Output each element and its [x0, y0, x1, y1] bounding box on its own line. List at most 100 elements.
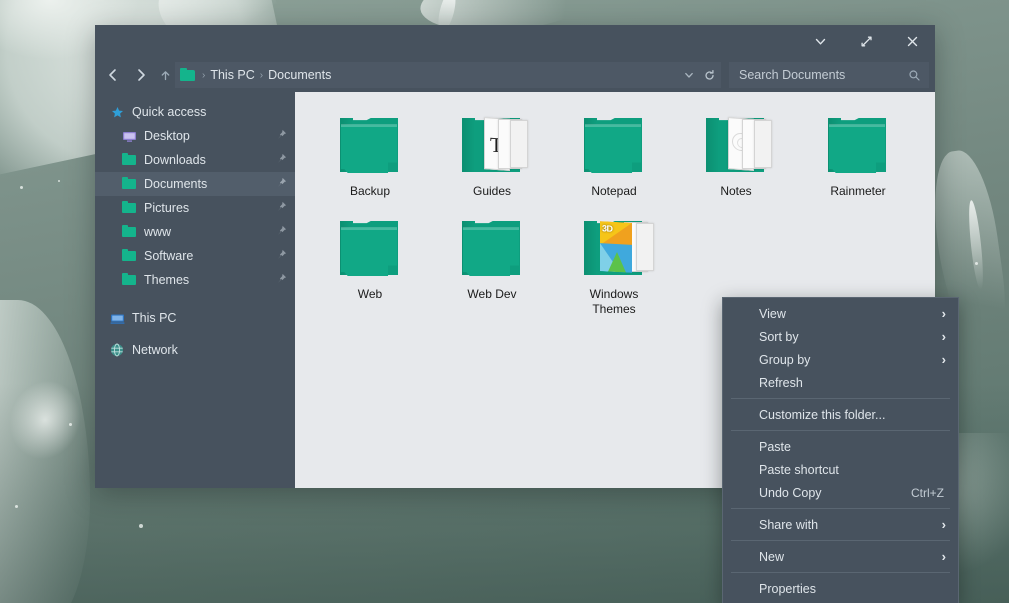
sidebar-item-documents[interactable]: Documents — [95, 172, 295, 196]
sidebar-item-desktop[interactable]: Desktop — [95, 124, 295, 148]
folder-icon — [454, 215, 530, 281]
context-menu-item-paste[interactable]: Paste — [723, 435, 958, 458]
file-label: Web Dev — [467, 287, 517, 301]
up-button[interactable] — [155, 61, 175, 89]
wallpaper-speck-5 — [975, 262, 978, 265]
file-item-notepad[interactable]: Notepad — [553, 106, 675, 209]
sidebar-item-this-pc[interactable]: This PC — [95, 306, 295, 330]
arrow-up-icon — [161, 70, 169, 80]
breadcrumb-this-pc[interactable]: This PC — [210, 68, 254, 82]
file-label: Guides — [472, 184, 512, 198]
wallpaper-speck-3 — [15, 505, 18, 508]
wallpaper-speck-6 — [69, 423, 72, 426]
file-item-rainmeter[interactable]: Rainmeter — [797, 106, 919, 209]
file-item-notes[interactable]: Notes — [675, 106, 797, 209]
context-menu-item-share-with[interactable]: Share with › — [723, 513, 958, 536]
chevron-right-icon: › — [941, 329, 946, 344]
file-label-line2: Themes — [592, 302, 636, 316]
pin-icon[interactable] — [276, 249, 287, 263]
context-menu-item-refresh[interactable]: Refresh — [723, 371, 958, 394]
context-menu-label: New — [759, 549, 785, 564]
refresh-button[interactable] — [699, 61, 719, 89]
file-item-backup[interactable]: Backup — [309, 106, 431, 209]
context-menu-item-group-by[interactable]: Group by › — [723, 348, 958, 371]
file-item-guides[interactable]: T Guides — [431, 106, 553, 209]
forward-button[interactable] — [127, 61, 155, 89]
chevron-left-icon — [109, 69, 116, 81]
file-item-windows-themes[interactable]: 3D Windows Themes — [553, 209, 675, 327]
context-menu-label: Share with — [759, 517, 819, 532]
context-menu-label: Properties — [759, 581, 816, 596]
context-menu-label: Undo Copy — [759, 485, 822, 500]
folder-icon — [332, 112, 408, 178]
wallpaper-speck-2 — [58, 180, 60, 182]
navigation-pane: Quick access Desktop Downloads Documents… — [95, 92, 295, 488]
file-grid: Backup T Guides Notepad Notes Rainmeter … — [309, 106, 935, 327]
file-label: Backup — [349, 184, 391, 198]
folder-icon — [121, 200, 137, 216]
sidebar-item-label: Network — [132, 343, 178, 357]
folder-icon — [121, 176, 137, 192]
context-menu-item-view[interactable]: View › — [723, 302, 958, 325]
pin-icon[interactable] — [276, 273, 287, 287]
file-item-web[interactable]: Web — [309, 209, 431, 327]
minimize-button[interactable] — [797, 25, 843, 58]
monitor-icon — [121, 128, 137, 144]
sidebar-item-quick-access[interactable]: Quick access — [95, 100, 295, 124]
back-button[interactable] — [99, 61, 127, 89]
folder-with-documents-icon: T — [454, 112, 530, 178]
sidebar-item-pictures[interactable]: Pictures — [95, 196, 295, 220]
address-dropdown-button[interactable] — [679, 61, 699, 89]
sidebar-item-downloads[interactable]: Downloads — [95, 148, 295, 172]
context-menu-item-customize-this-folder[interactable]: Customize this folder... — [723, 403, 958, 426]
breadcrumb-sep-0: › — [202, 69, 206, 81]
search-icon[interactable] — [908, 69, 921, 82]
sidebar-item-software[interactable]: Software — [95, 244, 295, 268]
context-menu-label: Customize this folder... — [759, 407, 886, 422]
maximize-button[interactable] — [843, 25, 889, 58]
sidebar-item-label: Documents — [144, 177, 208, 191]
context-menu-label: Sort by — [759, 329, 799, 344]
chevron-right-icon: › — [941, 517, 946, 532]
star-icon — [109, 104, 125, 120]
context-menu-separator-5 — [731, 572, 950, 573]
context-menu-item-properties[interactable]: Properties — [723, 577, 958, 600]
sidebar-item-themes[interactable]: Themes — [95, 268, 295, 292]
pin-icon[interactable] — [276, 201, 287, 215]
thumbnail-badge: 3D — [602, 223, 613, 234]
pin-icon[interactable] — [276, 225, 287, 239]
chevron-right-icon: › — [941, 549, 946, 564]
globe-icon — [109, 342, 125, 358]
folder-icon — [121, 152, 137, 168]
context-menu-item-undo-copy[interactable]: Undo Copy Ctrl+Z — [723, 481, 958, 504]
context-menu-item-paste-shortcut[interactable]: Paste shortcut — [723, 458, 958, 481]
breadcrumb-documents[interactable]: Documents — [268, 68, 331, 82]
theme-thumbnail: 3D — [600, 221, 632, 273]
context-menu-item-sort-by[interactable]: Sort by › — [723, 325, 958, 348]
context-menu-separator-1 — [731, 398, 950, 399]
folder-icon — [121, 224, 137, 240]
sidebar-item-label: Quick access — [132, 105, 207, 119]
sidebar-item-www[interactable]: www — [95, 220, 295, 244]
computer-icon — [109, 310, 125, 326]
pin-icon[interactable] — [276, 177, 287, 191]
sidebar-item-network[interactable]: Network — [95, 338, 295, 362]
pin-icon[interactable] — [276, 153, 287, 167]
pin-icon[interactable] — [276, 129, 287, 143]
search-box[interactable]: Search Documents — [729, 62, 929, 88]
context-menu-label: View — [759, 306, 786, 321]
window-titlebar — [95, 25, 935, 58]
wallpaper-brush-6 — [0, 300, 90, 603]
context-menu-separator-4 — [731, 540, 950, 541]
context-menu-label: Paste — [759, 439, 791, 454]
context-menu[interactable]: View › Sort by › Group by › Refresh Cust… — [722, 297, 959, 603]
folder-with-theme-preview-icon: 3D — [576, 215, 654, 281]
folder-icon — [332, 215, 408, 281]
context-menu-item-new[interactable]: New › — [723, 545, 958, 568]
search-input[interactable]: Search Documents — [739, 68, 908, 82]
close-button[interactable] — [889, 25, 935, 58]
file-label: Windows Themes — [590, 287, 639, 317]
breadcrumb[interactable]: › This PC › Documents — [175, 62, 721, 88]
file-item-web-dev[interactable]: Web Dev — [431, 209, 553, 327]
